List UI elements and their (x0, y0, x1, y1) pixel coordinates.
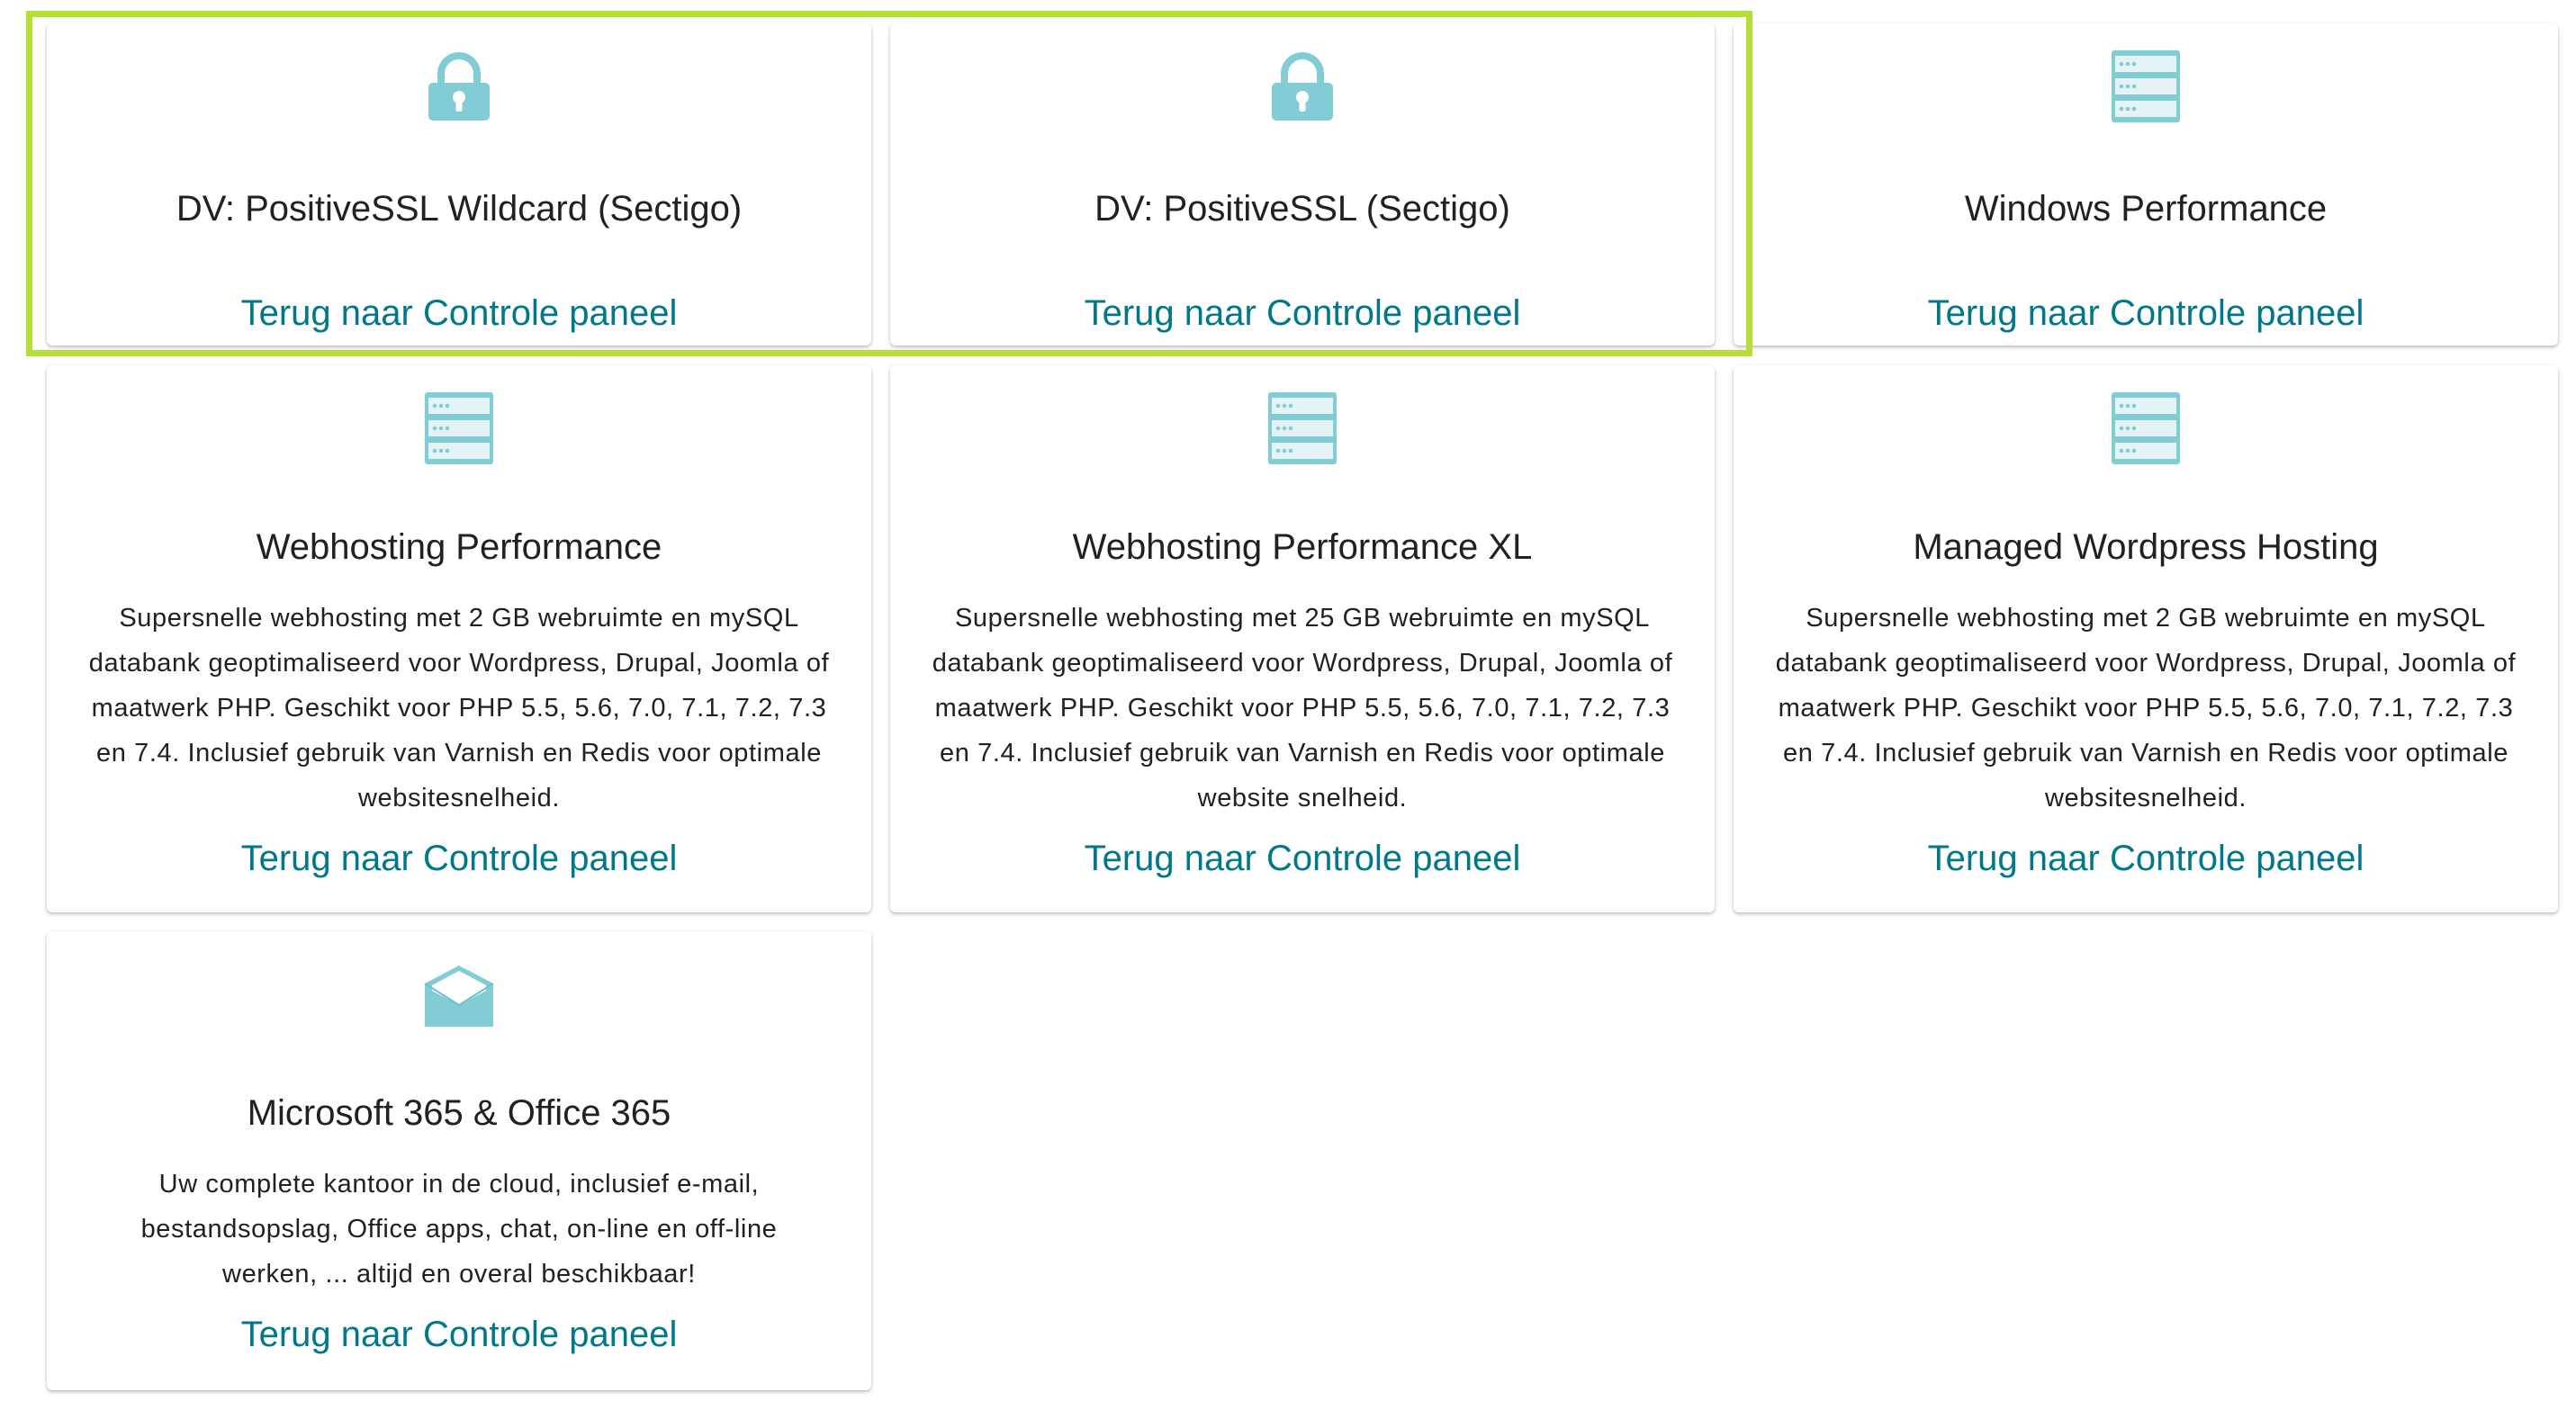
lock-icon (1266, 50, 1338, 122)
product-card-managed-wordpress-hosting: Managed Wordpress Hosting Supersnelle we… (1734, 365, 2558, 912)
back-to-control-panel-link[interactable]: Terug naar Controle paneel (47, 292, 871, 335)
back-to-control-panel-link[interactable]: Terug naar Controle paneel (890, 292, 1715, 335)
product-card-webhosting-performance-xl: Webhosting Performance XL Supersnelle we… (890, 365, 1715, 912)
product-title: Webhosting Performance XL (1072, 527, 1533, 567)
product-card-microsoft-365: Microsoft 365 & Office 365 Uw complete k… (47, 931, 871, 1390)
back-to-control-panel-link[interactable]: Terug naar Controle paneel (47, 837, 871, 880)
product-card-ssl: DV: PositiveSSL (Sectigo) Terug naar Con… (890, 23, 1715, 346)
product-title: DV: PositiveSSL (Sectigo) (1094, 189, 1510, 229)
envelope-icon (423, 958, 495, 1030)
server-icon (2110, 392, 2182, 464)
server-icon (423, 392, 495, 464)
server-icon (1266, 392, 1338, 464)
server-icon (2110, 50, 2182, 122)
product-title: Managed Wordpress Hosting (1913, 527, 2379, 567)
product-description: Supersnelle webhosting met 25 GB webruim… (932, 604, 1673, 813)
product-card-ssl-wildcard: DV: PositiveSSL Wildcard (Sectigo) Terug… (47, 23, 871, 346)
product-card-windows-performance: Windows Performance Terug naar Controle … (1734, 23, 2558, 346)
product-title: Windows Performance (1964, 189, 2328, 229)
back-to-control-panel-link[interactable]: Terug naar Controle paneel (890, 837, 1715, 880)
back-to-control-panel-link[interactable]: Terug naar Controle paneel (1734, 292, 2558, 335)
product-description: Uw complete kantoor in de cloud, inclusi… (140, 1170, 778, 1289)
product-description: Supersnelle webhosting met 2 GB webruimt… (1775, 604, 2517, 813)
back-to-control-panel-link[interactable]: Terug naar Controle paneel (1734, 837, 2558, 880)
product-description: Supersnelle webhosting met 2 GB webruimt… (88, 604, 830, 813)
back-to-control-panel-link[interactable]: Terug naar Controle paneel (47, 1313, 871, 1356)
product-card-webhosting-performance: Webhosting Performance Supersnelle webho… (47, 365, 871, 912)
product-title: Webhosting Performance (256, 527, 662, 567)
lock-icon (423, 50, 495, 122)
product-title: DV: PositiveSSL Wildcard (Sectigo) (176, 189, 743, 229)
product-title: Microsoft 365 & Office 365 (247, 1093, 671, 1133)
